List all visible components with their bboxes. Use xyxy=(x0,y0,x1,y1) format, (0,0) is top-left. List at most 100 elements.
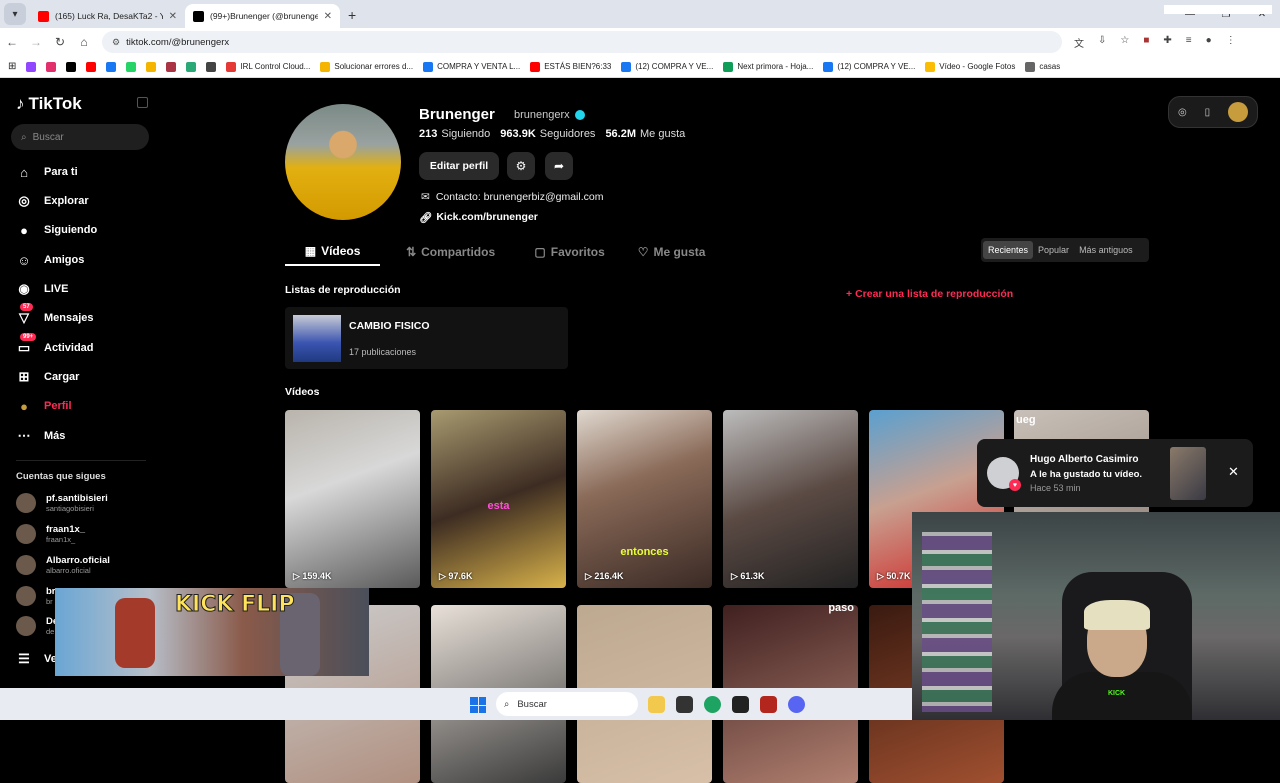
sidebar-item-amigos[interactable]: ☺ Amigos xyxy=(16,252,84,268)
notification-thumbnail[interactable] xyxy=(1170,447,1206,500)
profile-avatar-icon[interactable]: ● xyxy=(1206,35,1212,50)
followed-account[interactable]: De de xyxy=(16,616,58,636)
close-icon[interactable]: ✕ xyxy=(169,11,177,22)
reload-button[interactable]: ↻ xyxy=(48,35,72,49)
translate-icon[interactable]: 文 xyxy=(1074,35,1084,50)
followers-stat[interactable]: 963.9K Seguidores xyxy=(500,128,595,140)
bookmark-item[interactable]: (12) COMPRA Y VE... xyxy=(621,61,713,72)
sidebar-item-mensajes[interactable]: ▽ 57 Mensajes xyxy=(16,303,94,326)
bookmark-item[interactable]: Vídeo - Google Fotos xyxy=(925,61,1015,72)
bookmark-item[interactable]: Solucionar errores d... xyxy=(320,61,413,72)
browser-tab-tiktok[interactable]: (99+)Brunenger (@brunengerx) ✕ xyxy=(185,4,340,28)
new-tab-button[interactable]: + xyxy=(348,7,356,23)
tab-liked[interactable]: ♡ Me gusta xyxy=(618,238,725,266)
like-notification[interactable]: ♥ Hugo Alberto Casimiro A le ha gustado … xyxy=(977,439,1253,507)
bookmark-item[interactable] xyxy=(186,61,197,72)
star-icon[interactable]: ☆ xyxy=(1120,35,1129,50)
bookmark-item[interactable] xyxy=(66,61,77,72)
bookmark-item[interactable] xyxy=(106,61,117,72)
create-playlist-button[interactable]: + Crear una lista de reproducción xyxy=(846,288,1013,300)
sort-popular[interactable]: Popular xyxy=(1033,241,1074,259)
puzzle-icon[interactable]: ✚ xyxy=(1163,35,1171,50)
game-character xyxy=(115,598,155,668)
sidebar-item-live[interactable]: ◉ LIVE xyxy=(16,281,68,297)
bookmark-item[interactable]: Next primora - Hoja... xyxy=(723,61,813,72)
tab-favorites[interactable]: ▢ Favoritos xyxy=(521,238,618,266)
bookmark-item[interactable]: IRL Control Cloud... xyxy=(226,61,310,72)
followed-account[interactable]: Albarro.oficial albarro.oficial xyxy=(16,555,110,575)
bookmark-item[interactable]: (12) COMPRA Y VE... xyxy=(823,61,915,72)
playlist-card[interactable]: CAMBIO FISICO 17 publicaciones xyxy=(285,307,568,369)
followed-account[interactable]: fraan1x_ fraan1x_ xyxy=(16,524,85,544)
following-stat[interactable]: 213 Siguiendo xyxy=(419,128,490,140)
taskbar-search[interactable]: ⌕ Buscar xyxy=(496,692,638,716)
chrome-icon[interactable] xyxy=(704,696,721,713)
site-info-icon[interactable]: ⚙ xyxy=(112,37,120,48)
media-icon[interactable]: ≡ xyxy=(1186,35,1192,50)
install-icon[interactable]: ⇩ xyxy=(1098,35,1106,50)
search-input[interactable]: ⌕ Buscar xyxy=(11,124,149,150)
bookmark-item[interactable] xyxy=(26,61,37,72)
followed-account[interactable]: br br xyxy=(16,586,56,606)
tab-shared[interactable]: ⇅ Compartidos xyxy=(380,238,521,266)
close-icon[interactable]: ✕ xyxy=(324,11,332,22)
sort-recent[interactable]: Recientes xyxy=(983,241,1034,259)
followed-account[interactable]: pf.santibisieri santiagobisieri xyxy=(16,493,108,513)
tab-videos[interactable]: ▦ Vídeos xyxy=(285,238,381,266)
sort-oldest[interactable]: Más antiguos xyxy=(1074,241,1138,259)
video-thumbnail[interactable]: esta ▷ 97.6K xyxy=(431,410,566,588)
sidebar-item-cargar[interactable]: ⊞ Cargar xyxy=(16,369,80,385)
bookmark-item[interactable]: casas xyxy=(1025,61,1060,72)
extension-icon[interactable]: ■ xyxy=(1143,35,1149,50)
share-button[interactable]: ➦ xyxy=(545,152,573,180)
sidebar-item-actividad[interactable]: ▭ 99+ Actividad xyxy=(16,333,94,356)
sidebar-item-más[interactable]: ⋯ Más xyxy=(16,428,66,444)
home-button[interactable]: ⌂ xyxy=(72,35,96,49)
coins-icon[interactable]: ◎ xyxy=(1178,107,1187,118)
file-explorer-icon[interactable] xyxy=(648,696,665,713)
sidebar-item-explorar[interactable]: ◎ Explorar xyxy=(16,193,88,209)
windows-start-icon[interactable] xyxy=(470,697,486,713)
sidebar-item-siguiendo[interactable]: ● Siguiendo xyxy=(16,222,97,238)
bookmark-item[interactable] xyxy=(126,61,137,72)
bookmark-item[interactable] xyxy=(146,61,157,72)
bookmark-item[interactable] xyxy=(46,61,57,72)
bookmark-item[interactable]: ESTÁS BIEN?6:33 xyxy=(530,61,611,72)
browser-tab-youtube[interactable]: (165) Luck Ra, DesaKTa2 - YA SÉ ✕ xyxy=(30,4,185,28)
more-bookmarks-icon[interactable]: » xyxy=(1172,5,1176,14)
sidebar-item-para-ti[interactable]: ⌂ Para ti xyxy=(16,164,78,180)
collapse-sidebar-icon[interactable] xyxy=(137,97,148,108)
bookmark-item[interactable] xyxy=(206,61,217,72)
account-handle: fraan1x_ xyxy=(46,534,76,544)
forward-button[interactable]: → xyxy=(24,35,48,49)
bookmark-item[interactable] xyxy=(86,61,97,72)
profile-link[interactable]: 🔗︎ Kick.com/brunenger xyxy=(419,211,538,224)
tab-search-button[interactable]: ▾ xyxy=(4,3,26,25)
views-count: 159.4K xyxy=(302,571,332,581)
menu-icon[interactable]: ⋮ xyxy=(1226,35,1236,50)
valorant-icon[interactable] xyxy=(760,696,777,713)
video-thumbnail[interactable]: ▷ 61.3K xyxy=(723,410,858,588)
app-icon[interactable] xyxy=(676,696,693,713)
device-icon[interactable]: ▯ xyxy=(1205,107,1211,118)
edit-profile-button[interactable]: Editar perfil xyxy=(419,152,499,180)
settings-button[interactable]: ⚙ xyxy=(507,152,535,180)
close-icon[interactable]: ✕ xyxy=(1228,464,1239,480)
apps-icon[interactable]: ⊞ xyxy=(8,61,16,72)
play-icon: ▷ xyxy=(439,571,449,581)
bookmark-item[interactable]: COMPRA Y VENTA L... xyxy=(423,61,520,72)
bookmark-favicon-icon xyxy=(823,61,834,72)
discord-icon[interactable] xyxy=(788,696,805,713)
likes-stat: 56.2M Me gusta xyxy=(605,128,685,140)
back-button[interactable]: ← xyxy=(0,35,24,49)
sidebar-item-perfil[interactable]: ● Perfil xyxy=(16,398,71,414)
bookmark-item[interactable] xyxy=(166,61,177,72)
app-icon[interactable] xyxy=(732,696,749,713)
all-bookmarks[interactable]: ▭ Todos los marcadores xyxy=(1184,5,1272,14)
video-thumbnail[interactable]: ▷ 159.4K xyxy=(285,410,420,588)
see-more-link[interactable]: ☰ Ve xyxy=(16,651,57,667)
user-avatar[interactable] xyxy=(1228,102,1249,122)
video-thumbnail[interactable]: entonces ▷ 216.4K xyxy=(577,410,712,588)
tiktok-logo[interactable]: ♪ TikTok xyxy=(16,94,82,114)
url-field[interactable]: ⚙ tiktok.com/@brunengerx xyxy=(102,31,1062,53)
